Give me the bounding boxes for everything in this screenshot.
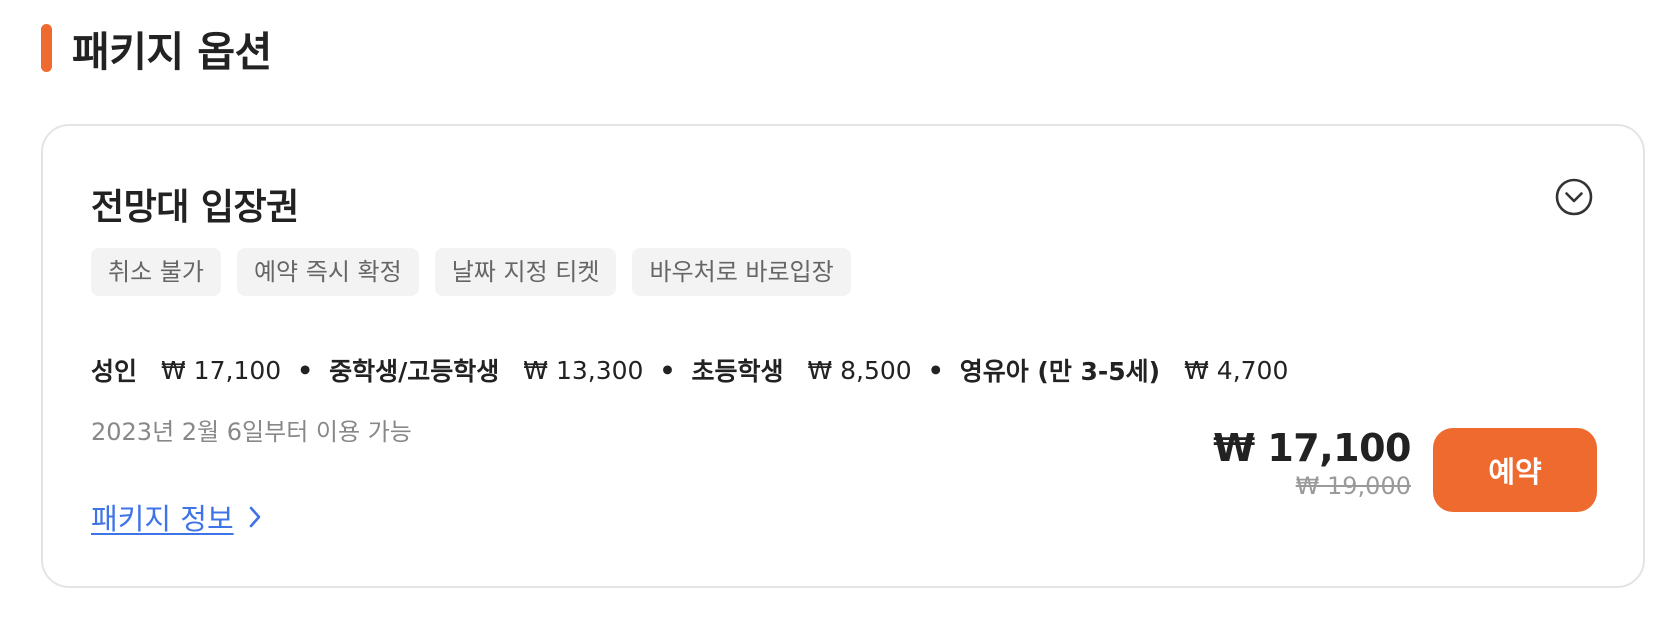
package-info-link[interactable]: 패키지 정보 [91,496,264,538]
option-title: 전망대 입장권 [91,187,299,228]
chevron-right-icon [249,506,260,528]
book-button[interactable]: 예약 [1433,428,1597,512]
tag-date-ticket: 날짜 지정 티켓 [434,248,617,296]
price-block: ₩ 17,100 ₩ 19,000 [1213,426,1411,500]
accent-bar [41,24,52,72]
price-separator: • [927,355,944,385]
price-separator: • [659,355,676,385]
price-separator: • [297,355,314,385]
price-label-toddler: 영유아 (만 3-5세) [959,357,1161,386]
availability-text: 2023년 2월 6일부터 이용 가능 [91,418,412,446]
current-price: ₩ 17,100 [1213,426,1411,470]
tag-voucher-entry: 바우처로 바로입장 [632,248,851,296]
package-info-label: 패키지 정보 [91,502,234,536]
tag-no-cancel: 취소 불가 [91,248,221,296]
price-label-student: 중학생/고등학생 [329,357,500,386]
price-value-elementary: ₩ 8,500 [807,355,912,385]
price-label-adult: 성인 [91,357,138,386]
price-list: 성인 ₩ 17,100 • 중학생/고등학생 ₩ 13,300 • 초등학생 ₩… [91,352,1288,388]
price-value-adult: ₩ 17,100 [161,355,282,385]
tag-list: 취소 불가 예약 즉시 확정 날짜 지정 티켓 바우처로 바로입장 [91,248,867,296]
expand-button[interactable] [1555,178,1593,216]
tag-instant-confirm: 예약 즉시 확정 [236,248,419,296]
chevron-down-circle-icon [1555,178,1593,216]
package-option-card: 전망대 입장권 취소 불가 예약 즉시 확정 날짜 지정 티켓 바우처로 바로입… [41,124,1645,588]
price-value-student: ₩ 13,300 [523,355,644,385]
original-price: ₩ 19,000 [1295,472,1411,500]
price-value-toddler: ₩ 4,700 [1184,355,1289,385]
section-title: 패키지 옵션 [72,28,272,76]
section-header: 패키지 옵션 [41,18,272,78]
price-label-elementary: 초등학생 [691,357,784,386]
